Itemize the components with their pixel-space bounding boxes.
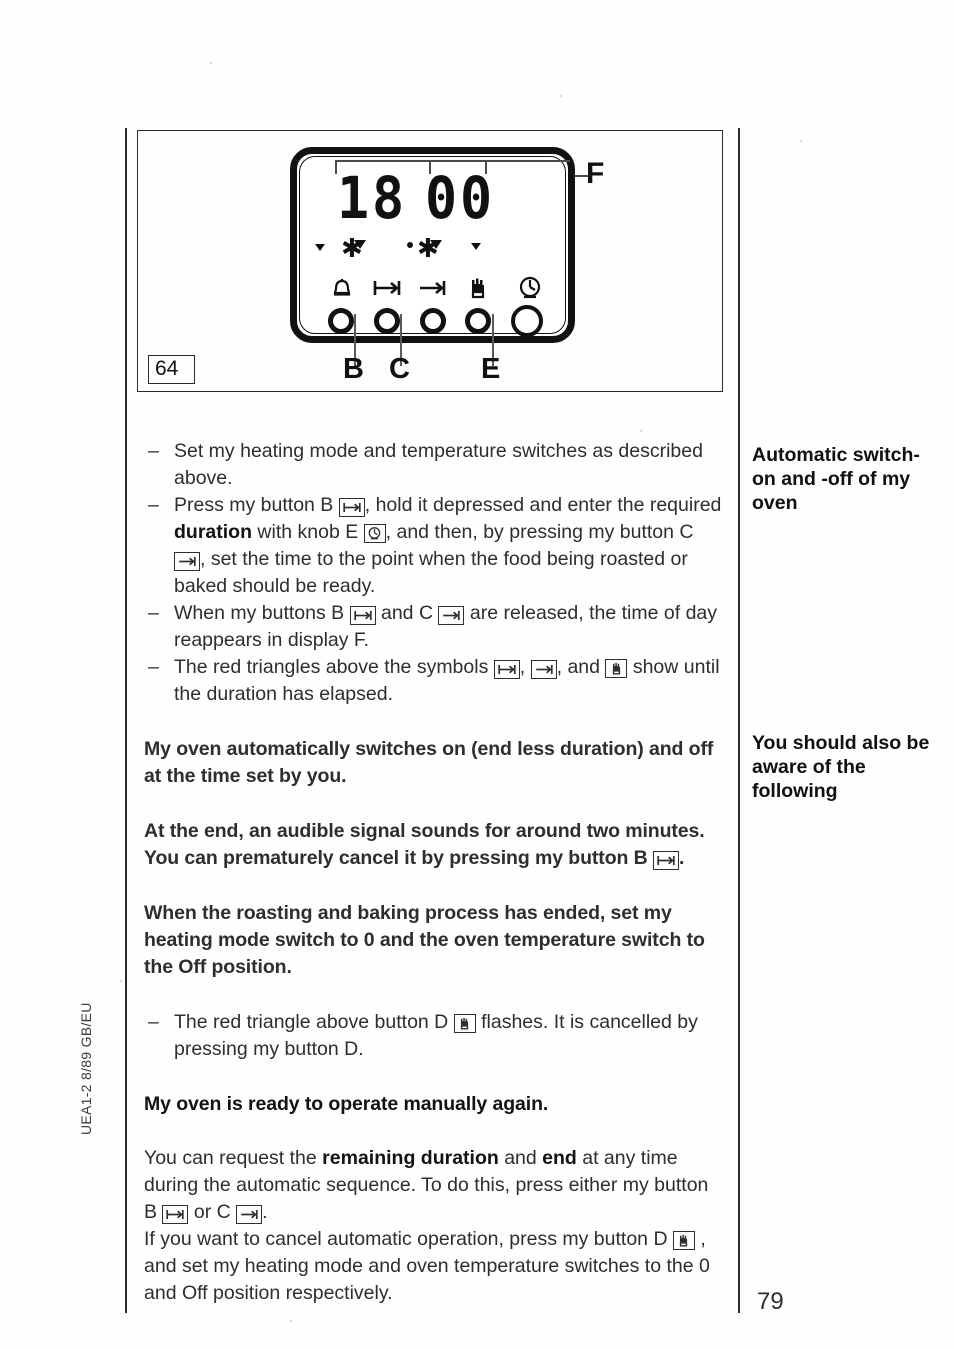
awareness-note: You should also be aware of the followin… — [752, 732, 930, 802]
duration-icon — [338, 498, 365, 517]
run-emphasis: duration — [174, 521, 252, 543]
display-digit-3: 0 — [424, 164, 457, 232]
callout-label-c: C — [389, 353, 410, 385]
body-text-column: – Set my heating mode and temperature swi… — [144, 438, 722, 1307]
run-text: If you want to cancel automatic operatio… — [144, 1228, 673, 1250]
closing-paragraphs: You can request the remaining duration a… — [144, 1145, 722, 1307]
button-b-duration[interactable] — [374, 308, 400, 334]
hand-icon — [453, 1014, 476, 1033]
display-digit-4: 0 — [459, 164, 492, 232]
run-text: , hold it depressed and enter the requir… — [364, 494, 722, 516]
end-time-icon — [236, 1205, 263, 1224]
run-text: , and then, by pressing my button C — [385, 521, 694, 543]
bullet-dash: – — [148, 440, 159, 462]
run-emphasis: end — [542, 1147, 577, 1169]
end-time-icon — [530, 660, 557, 679]
run-text: The red triangles above the symbols — [174, 656, 494, 678]
knob-e-setting[interactable] — [511, 305, 543, 337]
callout-label-b: B — [343, 353, 364, 385]
run-text: My oven automatically switches on (end l… — [144, 738, 714, 787]
bullet-dash: – — [148, 1011, 159, 1033]
list-item: – The red triangle above button D flashes… — [144, 1009, 722, 1063]
end-time-icon — [174, 552, 200, 571]
duration-icon — [162, 1205, 189, 1224]
list-item: – Set my heating mode and temperature swi… — [144, 438, 722, 492]
run-text: When my buttons B — [174, 602, 350, 624]
bullet-button-d: – The red triangle above button D flashes… — [144, 1009, 722, 1063]
run-text: . — [678, 847, 685, 869]
display-digit-1: 1 — [337, 164, 369, 232]
panel-symbol-row — [323, 272, 559, 306]
bold-statement-blocks: My oven automatically switches on (end l… — [144, 736, 722, 981]
page-number: 79 — [757, 1288, 784, 1315]
end-time-icon — [413, 272, 451, 304]
indicator-triangle-row: ✱ ✱ — [315, 236, 565, 262]
run-text: and — [498, 1147, 543, 1169]
time-display: 1 8 0 0 — [337, 164, 542, 238]
run-text: You can request the — [144, 1147, 323, 1169]
run-text: , set the time to the point when the foo… — [174, 548, 688, 597]
clock-knob-icon — [511, 272, 549, 304]
figure-64: F 1 8 0 0 ✱ ✱ B C E 64 — [137, 130, 723, 392]
hand-icon — [605, 659, 628, 678]
bell-triangle-icon — [315, 244, 325, 251]
bullet-dash: – — [148, 602, 159, 624]
button-a-bell[interactable] — [328, 308, 354, 334]
hand-triangle-icon — [471, 243, 481, 250]
bullet-list: – Set my heating mode and temperature swi… — [144, 438, 722, 708]
left-column-rule — [125, 128, 127, 1313]
figure-number-box: 64 — [148, 355, 196, 385]
bold-paragraph: When the roasting and baking process has… — [144, 900, 722, 981]
run-text: with knob E — [252, 521, 364, 543]
bullet-dash: – — [148, 656, 159, 678]
bold-paragraph: My oven automatically switches on (end l… — [144, 736, 722, 790]
run-text: . — [262, 1201, 268, 1223]
duration-icon — [368, 272, 406, 304]
publication-code: UEA1-2 8/89 GB/EU — [78, 1002, 94, 1135]
list-item: – The red triangles above the symbols , ,… — [144, 654, 722, 708]
run-text: The red triangle above button D — [174, 1011, 454, 1033]
bold-paragraph: At the end, an audible signal sounds for… — [144, 818, 722, 872]
closing-paragraph: You can request the remaining duration a… — [144, 1145, 722, 1226]
display-digit-2: 8 — [371, 164, 404, 232]
oven-control-panel: 1 8 0 0 ✱ ✱ — [290, 147, 575, 343]
end-triangle-icon — [430, 240, 442, 249]
bell-icon — [323, 272, 361, 304]
scanned-manual-page: F 1 8 0 0 ✱ ✱ B C E 64 – Set my heating … — [0, 0, 954, 1349]
closing-paragraph: If you want to cancel automatic operatio… — [144, 1226, 722, 1307]
run-text: Press my button B — [174, 494, 339, 516]
duration-icon — [652, 851, 679, 870]
duration-icon — [493, 660, 520, 679]
run-text: Set my heating mode and temperature swit… — [174, 440, 703, 489]
duration-icon — [349, 606, 376, 625]
button-d-manual[interactable] — [465, 308, 491, 334]
panel-button-row — [323, 305, 559, 342]
right-column-rule — [738, 128, 740, 1313]
display-callout-label: F — [586, 157, 605, 190]
list-item: – When my buttons B and C are released, t… — [144, 600, 722, 654]
duration-triangle-icon — [354, 240, 366, 249]
hand-icon — [672, 1231, 695, 1250]
end-time-icon — [438, 606, 465, 625]
button-c-end-time[interactable] — [420, 308, 446, 334]
run-text: When the roasting and baking process has… — [144, 902, 705, 978]
run-text: , — [519, 656, 531, 678]
bullet-dash: – — [148, 494, 159, 516]
run-text: My oven is ready to operate manually aga… — [144, 1093, 549, 1115]
clock-knob-icon — [363, 524, 386, 543]
run-text: , and — [556, 656, 606, 678]
display-dot-icon — [407, 242, 413, 248]
run-text: or C — [188, 1201, 237, 1223]
callout-label-e: E — [481, 353, 501, 385]
list-item: – Press my button B , hold it depressed a… — [144, 492, 722, 600]
automatic-switch-note: Automatic switch-on and -off of my oven — [752, 444, 920, 514]
run-text: At the end, an audible signal sounds for… — [144, 820, 705, 869]
hand-icon — [459, 272, 497, 304]
run-text: and C — [375, 602, 439, 624]
run-emphasis: remaining duration — [322, 1147, 499, 1169]
ready-statement: My oven is ready to operate manually aga… — [144, 1091, 722, 1117]
